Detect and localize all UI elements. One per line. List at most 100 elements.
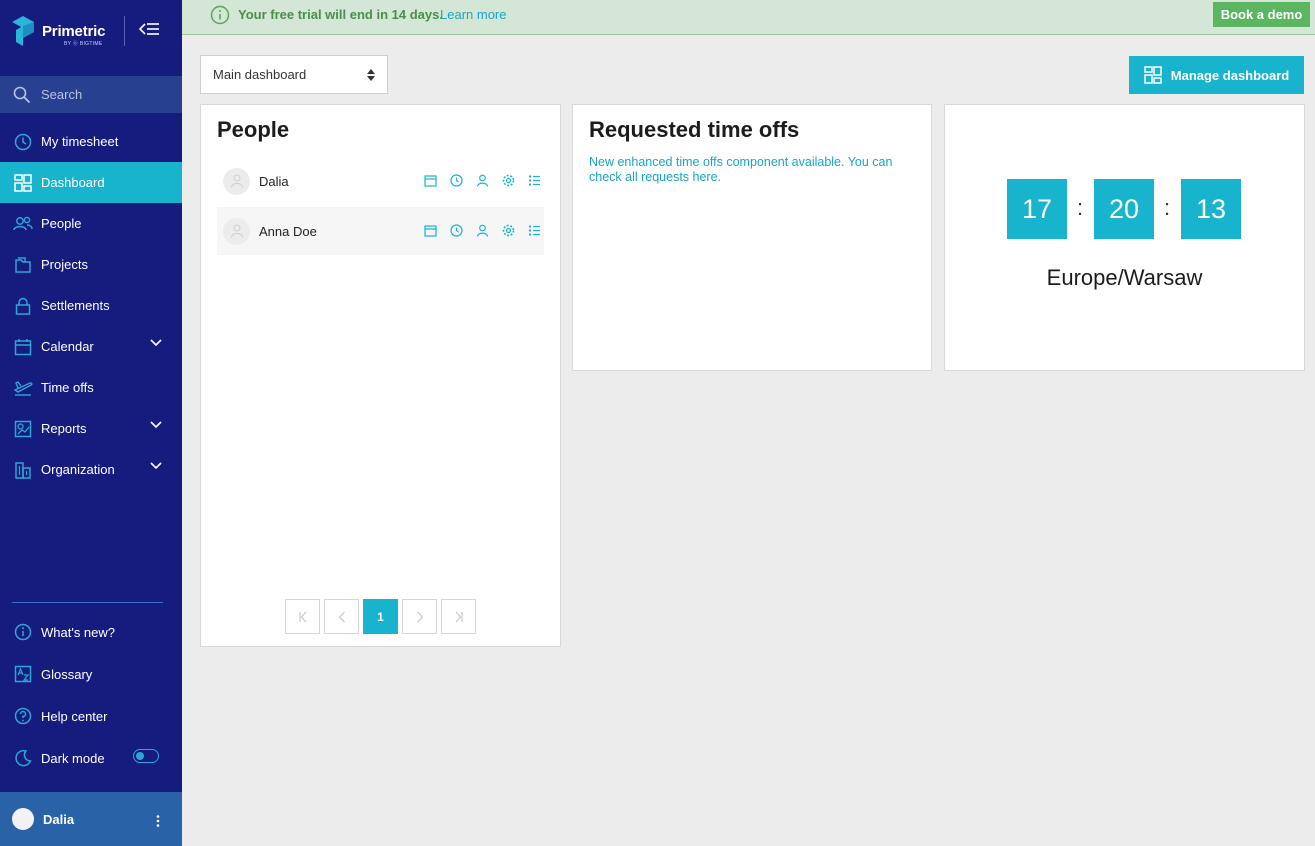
last-page-button[interactable]	[441, 599, 476, 634]
gear-icon[interactable]	[495, 224, 521, 237]
first-page-icon	[298, 611, 306, 622]
avatar	[12, 808, 34, 830]
toggle-knob	[136, 751, 144, 760]
search-icon	[13, 86, 31, 103]
first-page-button[interactable]	[285, 599, 320, 634]
sidebar-item-calendar[interactable]: Calendar	[0, 326, 182, 367]
sidebar-item-help-center[interactable]: Help center	[0, 695, 182, 737]
building-icon	[15, 461, 31, 479]
clock-widget: 17 : 20 : 13 Europe/Warsaw	[944, 104, 1305, 371]
sidebar-item-label: What's new?	[41, 624, 116, 640]
chevron-down-icon[interactable]	[150, 421, 162, 429]
widget-title: Requested time offs	[589, 117, 800, 142]
people-widget: People Dalia Anna Doe 1	[200, 104, 561, 647]
clock-icon[interactable]	[443, 174, 469, 187]
book-demo-button[interactable]: Book a demo	[1213, 2, 1310, 27]
clock-separator: :	[1164, 195, 1171, 220]
sidebar-item-label: Calendar	[41, 339, 94, 354]
info-icon	[210, 5, 230, 25]
chevron-right-icon	[416, 611, 423, 622]
page-number-button[interactable]: 1	[363, 599, 398, 634]
clock-icon	[14, 133, 32, 150]
manage-dashboard-label: Manage dashboard	[1170, 67, 1290, 83]
sidebar-item-label: Glossary	[41, 666, 93, 682]
list-icon[interactable]	[521, 224, 547, 237]
sidebar-item-projects[interactable]: Projects	[0, 244, 182, 285]
clock-minutes: 20	[1094, 179, 1154, 239]
last-page-icon	[455, 611, 463, 622]
calendar-icon[interactable]	[417, 174, 443, 187]
sidebar-item-settlements[interactable]: Settlements	[0, 285, 182, 326]
chevron-down-icon[interactable]	[150, 339, 162, 347]
trial-message: Your free trial will end in 14 days.	[238, 7, 443, 22]
sidebar-item-label: People	[41, 216, 82, 231]
learn-more-link[interactable]: Learn more	[440, 7, 506, 22]
glossary-icon	[14, 665, 32, 683]
next-page-button[interactable]	[402, 599, 437, 634]
clock-timezone: Europe/Warsaw	[1046, 265, 1203, 290]
manage-dashboard-button[interactable]: Manage dashboard	[1129, 56, 1304, 94]
dashboard-icon	[14, 173, 32, 192]
sidebar-search[interactable]: Search	[0, 76, 182, 113]
widget-title: People	[217, 117, 290, 142]
row-actions	[417, 174, 547, 187]
prev-page-button[interactable]	[324, 599, 359, 634]
list-icon[interactable]	[521, 174, 547, 187]
clock-hours: 17	[1007, 179, 1067, 239]
sidebar-item-label: Help center	[41, 708, 108, 724]
lock-icon	[15, 297, 31, 315]
people-icon	[13, 216, 33, 230]
more-vertical-icon[interactable]	[156, 815, 160, 827]
sidebar-item-label: Dashboard	[41, 175, 105, 190]
help-icon	[14, 707, 32, 725]
sidebar-item-label: My timesheet	[41, 134, 119, 149]
user-placeholder-icon	[230, 174, 243, 188]
sidebar-divider	[12, 602, 163, 603]
clock-separator: :	[1077, 195, 1084, 220]
gear-icon[interactable]	[495, 174, 521, 187]
calendar-icon[interactable]	[417, 224, 443, 237]
calendar-icon	[14, 338, 32, 355]
person-name[interactable]: Anna Doe	[259, 224, 317, 239]
sidebar-item-glossary[interactable]: Glossary	[0, 653, 182, 695]
info-icon	[14, 623, 32, 641]
chevron-down-icon[interactable]	[150, 462, 162, 470]
list-item: Dalia	[217, 157, 544, 205]
sidebar-item-label: Reports	[41, 421, 87, 436]
user-icon[interactable]	[469, 174, 495, 187]
sort-arrows-icon	[367, 69, 375, 81]
collapse-sidebar-icon[interactable]	[138, 18, 162, 40]
sidebar-item-time-offs[interactable]: Time offs	[0, 367, 182, 408]
dashboard-select-value: Main dashboard	[213, 67, 307, 82]
sidebar-item-people[interactable]: People	[0, 203, 182, 244]
avatar	[223, 217, 250, 245]
clock-seconds: 13	[1181, 179, 1241, 239]
sidebar-item-my-timesheet[interactable]: My timesheet	[0, 121, 182, 162]
user-icon[interactable]	[469, 224, 495, 237]
user-placeholder-icon	[230, 224, 243, 238]
report-icon	[14, 420, 32, 437]
sidebar-item-reports[interactable]: Reports	[0, 408, 182, 449]
dark-mode-toggle[interactable]	[133, 749, 159, 763]
pagination: 1	[285, 599, 480, 634]
person-name[interactable]: Dalia	[259, 174, 289, 189]
app-name: Primetric	[42, 23, 106, 40]
app-vendor: BY ⓑ BIGTIME	[64, 41, 103, 47]
sidebar-item-organization[interactable]: Organization	[0, 449, 182, 490]
folder-icon	[15, 256, 31, 273]
sidebar-item-whats-new[interactable]: What's new?	[0, 611, 182, 653]
sidebar-item-label: Settlements	[41, 298, 110, 313]
user-menu[interactable]: Dalia	[0, 792, 182, 846]
logo-divider	[124, 16, 125, 46]
sidebar-item-label: Time offs	[41, 380, 94, 395]
user-name: Dalia	[43, 811, 75, 827]
sidebar: Primetric BY ⓑ BIGTIME Search My timeshe…	[0, 0, 182, 846]
trial-banner: Your free trial will end in 14 days. Lea…	[182, 0, 1315, 35]
sidebar-item-label: Organization	[41, 462, 115, 477]
timeoffs-notice-link[interactable]: New enhanced time offs component availab…	[589, 155, 919, 185]
dashboard-select[interactable]: Main dashboard	[200, 55, 388, 94]
sidebar-item-dashboard[interactable]: Dashboard	[0, 162, 182, 203]
moon-icon	[15, 749, 32, 767]
chevron-left-icon	[338, 611, 345, 622]
clock-icon[interactable]	[443, 224, 469, 237]
